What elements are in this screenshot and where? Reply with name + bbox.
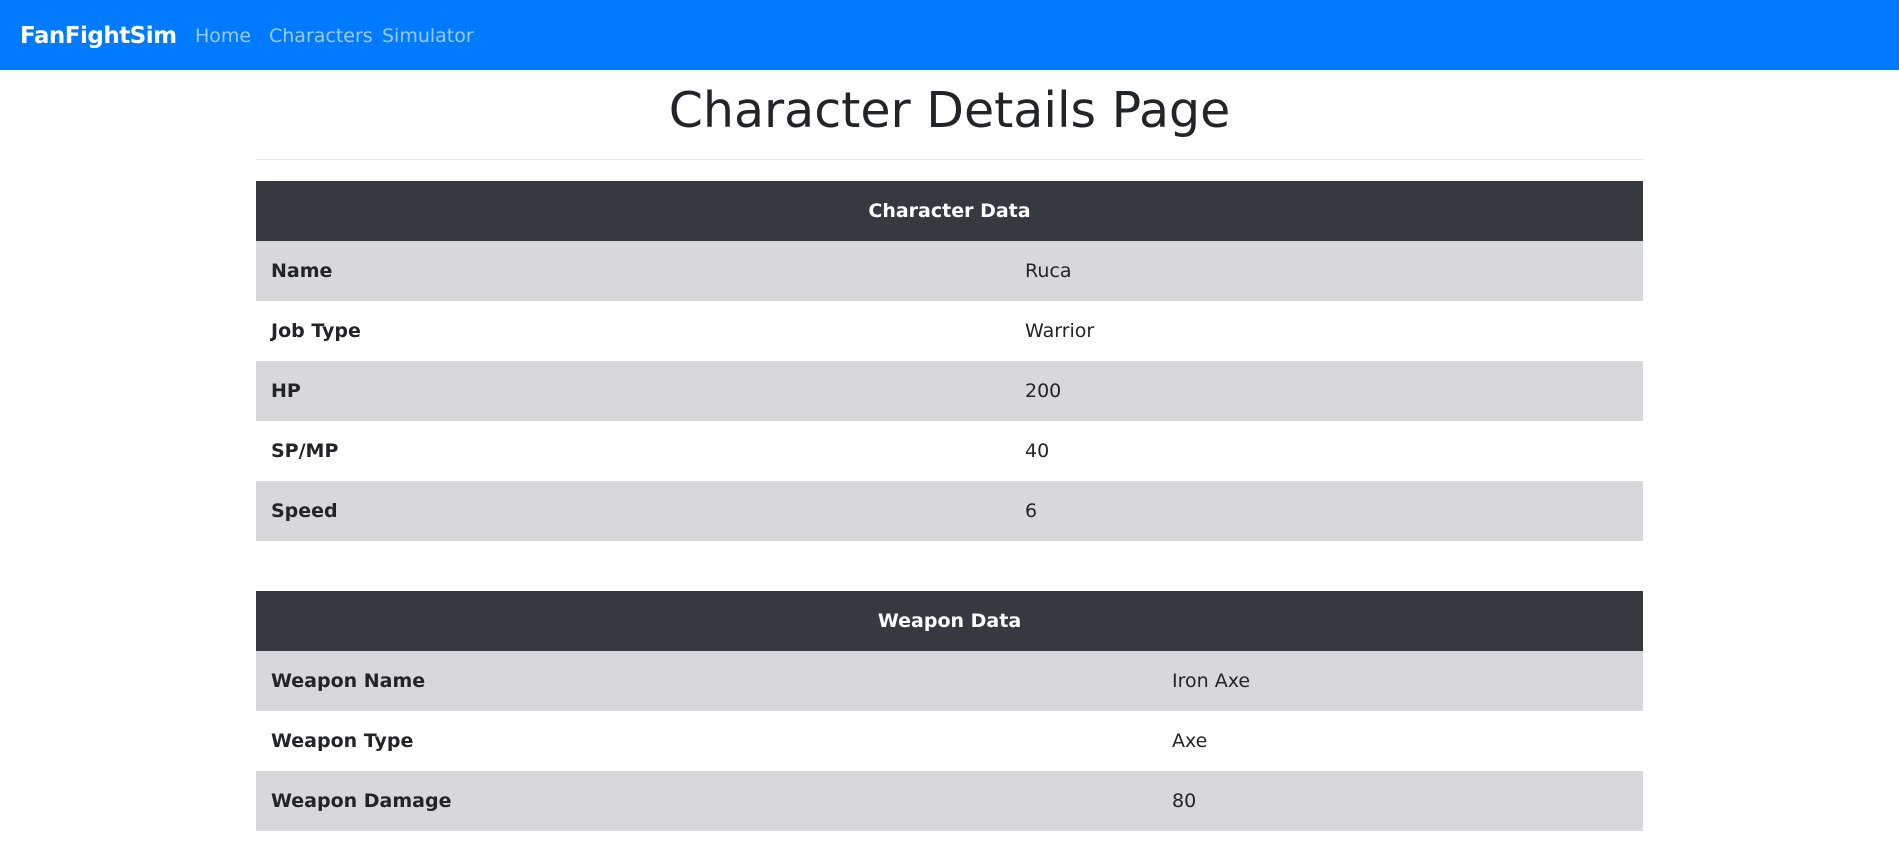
row-key: Weapon Name [256,651,1157,711]
row-key: Weapon Type [256,711,1157,771]
row-key: Job Type [256,301,1010,361]
row-value: 80 [1157,771,1643,831]
page-title: Character Details Page [668,82,1231,139]
row-value: Ruca [1010,241,1643,301]
row-key: HP [256,361,1010,421]
row-value: 200 [1010,361,1643,421]
character-data-table: Character Data Name Ruca Job Type Warrio… [256,181,1643,541]
nav-link-home[interactable]: Home [195,23,251,49]
row-value: Iron Axe [1157,651,1643,711]
weapon-table-header: Weapon Data [256,591,1643,651]
brand-link[interactable]: FanFightSim [20,19,177,53]
character-table-header: Character Data [256,181,1643,241]
table-row: Name Ruca [256,241,1643,301]
row-value: 6 [1010,481,1643,541]
table-row: Weapon Name Iron Axe [256,651,1643,711]
nav-link-characters[interactable]: Characters [269,23,373,49]
table-row: Job Type Warrior [256,301,1643,361]
title-divider [256,159,1643,160]
table-row: Weapon Damage 80 [256,771,1643,831]
row-key: Name [256,241,1010,301]
top-navbar: FanFightSim Home Characters Simulator [0,0,1899,70]
nav-link-simulator[interactable]: Simulator [382,23,474,49]
table-row: Weapon Type Axe [256,711,1643,771]
table-row: Speed 6 [256,481,1643,541]
row-value: Warrior [1010,301,1643,361]
row-value: Axe [1157,711,1643,771]
row-value: 40 [1010,421,1643,481]
row-key: Weapon Damage [256,771,1157,831]
row-key: Speed [256,481,1010,541]
row-key: SP/MP [256,421,1010,481]
table-row: HP 200 [256,361,1643,421]
table-row: SP/MP 40 [256,421,1643,481]
weapon-data-table: Weapon Data Weapon Name Iron Axe Weapon … [256,591,1643,831]
